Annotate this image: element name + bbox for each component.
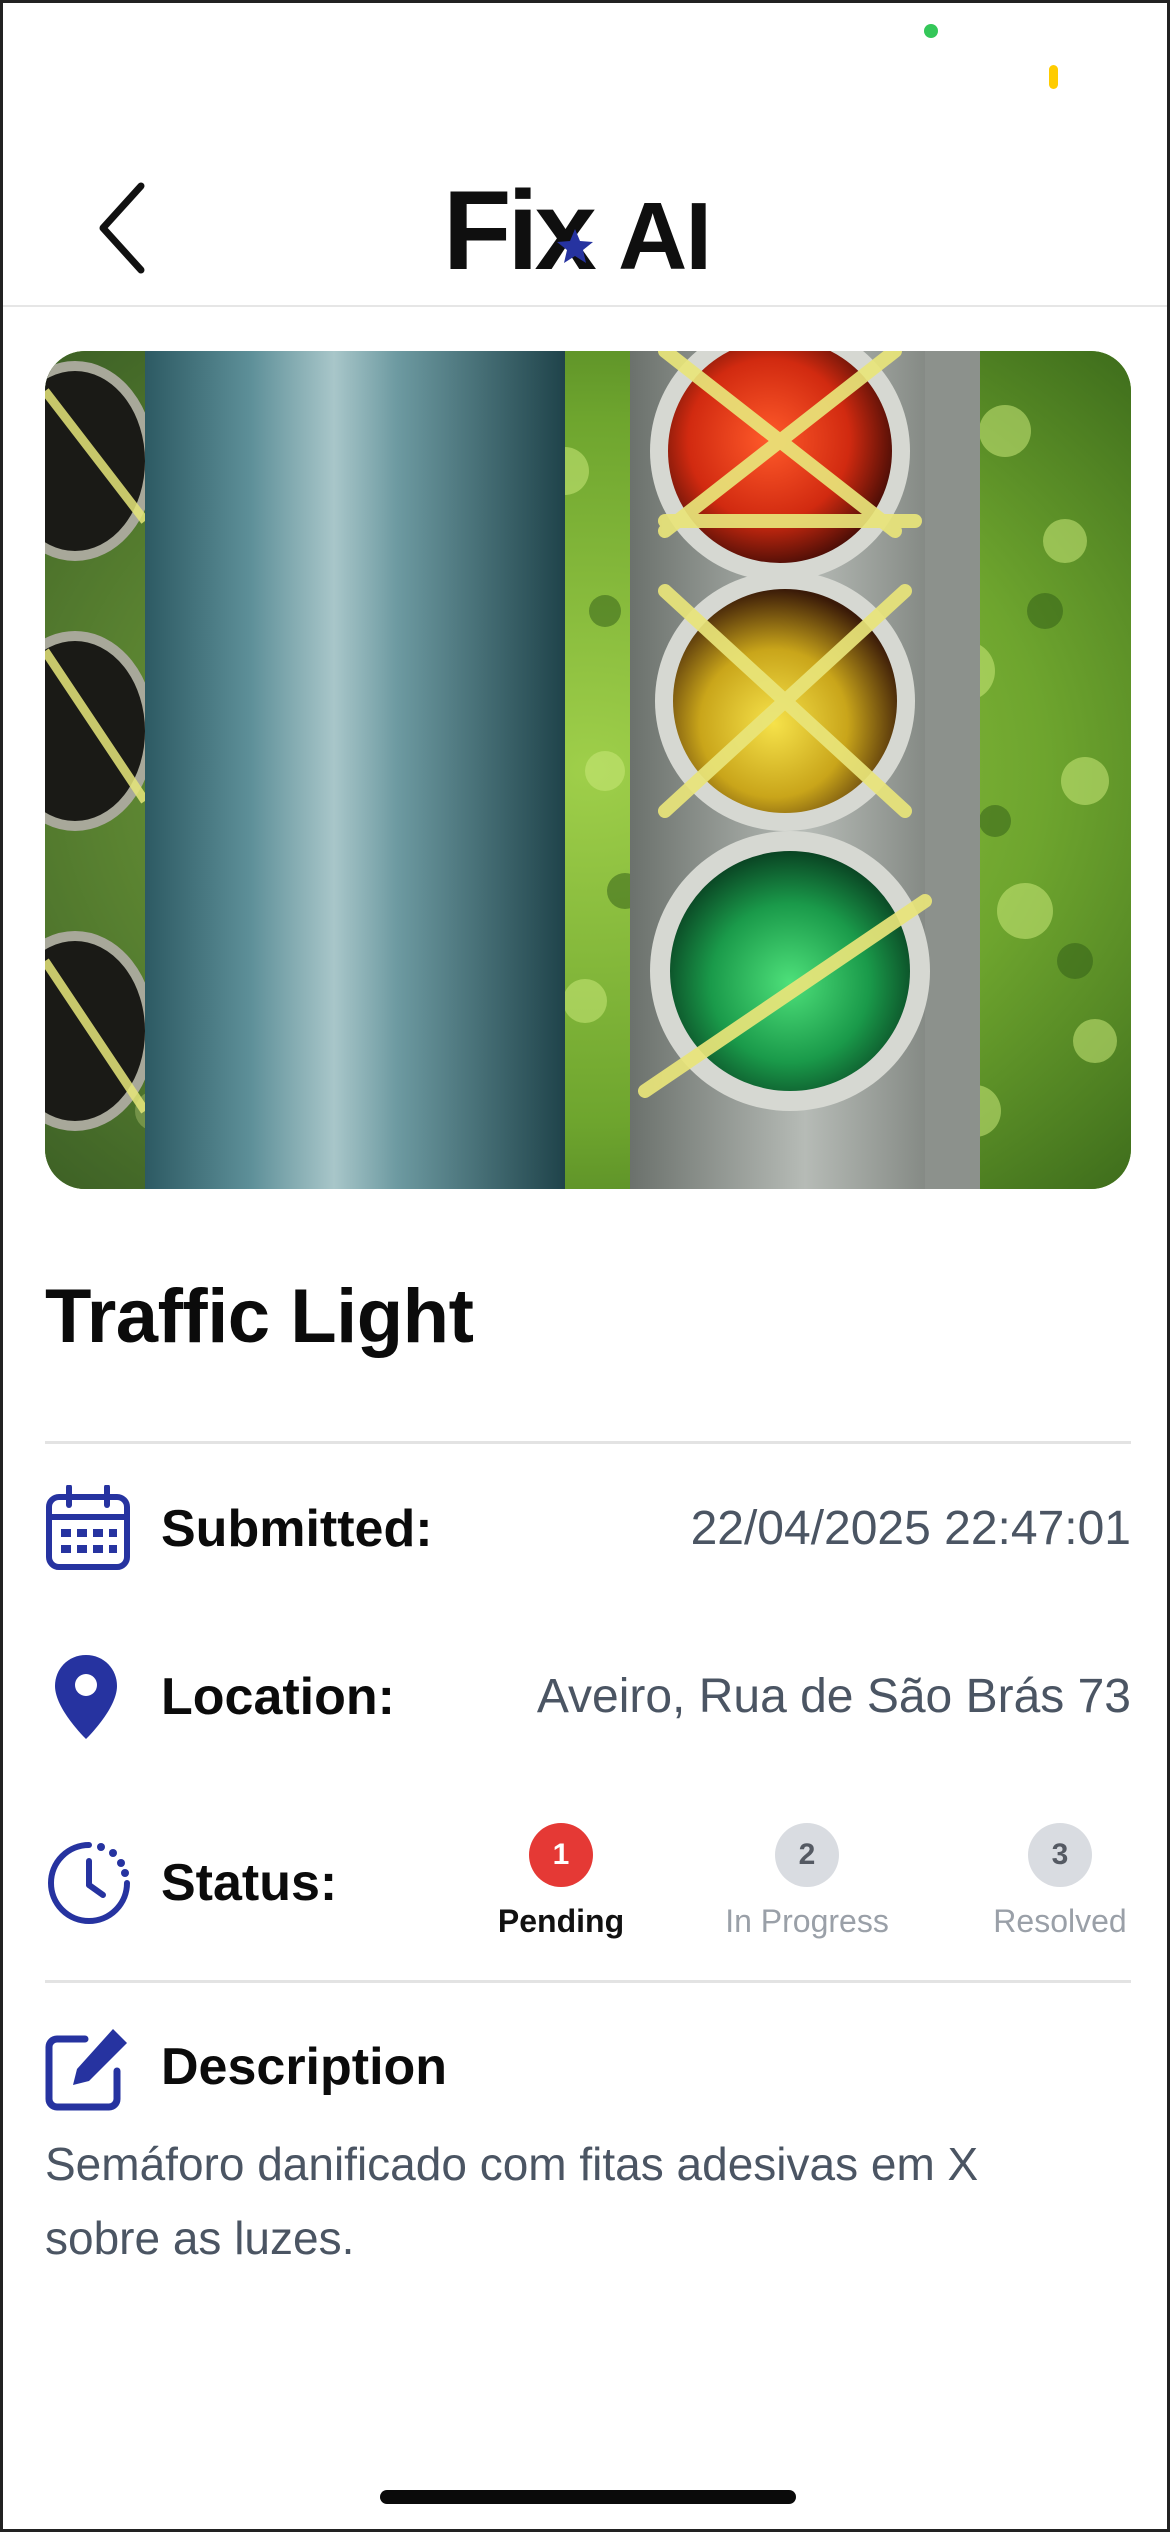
report-title: Traffic Light <box>45 1274 474 1359</box>
status-step-label: Pending <box>497 1903 625 1939</box>
status-indicator-green <box>924 24 938 38</box>
fixai-logo: Fix AI <box>443 171 743 281</box>
report-detail-screen: Fix AI Traffic Light Submitted: 22/04/20… <box>0 0 1170 2532</box>
location-label: Location: <box>161 1668 395 1726</box>
status-step-label: Resolved <box>993 1903 1127 1939</box>
status-step-number: 3 <box>1028 1823 1092 1887</box>
report-photo[interactable] <box>45 351 1131 1189</box>
chevron-left-icon <box>99 182 145 274</box>
app-header: Fix AI <box>3 153 1167 307</box>
status-step-number: 1 <box>529 1823 593 1887</box>
status-step-number: 2 <box>775 1823 839 1887</box>
submitted-value: 22/04/2025 22:47:01 <box>690 1502 1131 1555</box>
status-row: Status: 1 Pending 2 In Progress 3 Resolv… <box>45 1823 1131 1943</box>
clock-progress-icon <box>48 1842 130 1924</box>
submitted-row: Submitted: 22/04/2025 22:47:01 <box>45 1483 1131 1573</box>
description-label: Description <box>161 2038 448 2096</box>
divider-bottom <box>45 1980 1131 1983</box>
svg-text:AI: AI <box>618 183 710 281</box>
status-step-label: In Progress <box>725 1903 889 1939</box>
divider-top <box>45 1441 1131 1444</box>
submitted-label: Submitted: <box>161 1500 433 1558</box>
calendar-icon <box>46 1485 130 1570</box>
status-label: Status: <box>161 1854 338 1912</box>
location-value: Aveiro, Rua de São Brás 73 <box>536 1670 1131 1723</box>
edit-icon <box>45 2029 127 2111</box>
status-indicator-yellow <box>1049 65 1058 89</box>
svg-text:Fix: Fix <box>443 171 597 281</box>
location-row: Location: Aveiro, Rua de São Brás 73 <box>45 1651 1131 1747</box>
status-step-resolved: 3 Resolved <box>960 1823 1160 1940</box>
home-indicator[interactable] <box>380 2490 796 2504</box>
status-step-in-progress: 2 In Progress <box>707 1823 907 1940</box>
map-pin-icon <box>55 1655 117 1739</box>
back-button[interactable] <box>81 173 161 283</box>
status-step-pending: 1 Pending <box>461 1823 661 1940</box>
description-header: Description <box>45 2023 1131 2113</box>
description-text: Semáforo danificado com fitas adesivas e… <box>45 2138 979 2264</box>
